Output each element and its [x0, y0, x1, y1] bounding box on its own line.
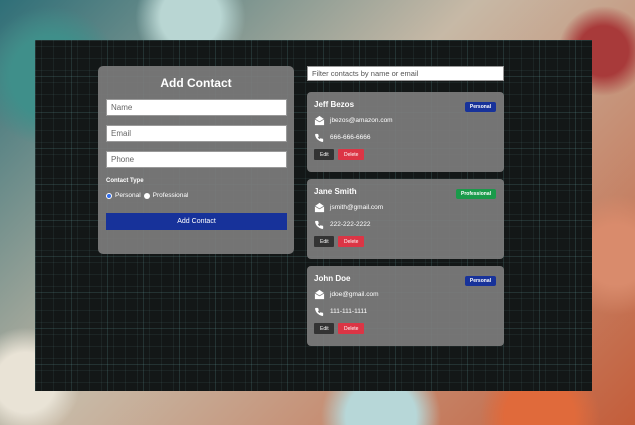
- contact-phone: 111-111-1111: [330, 308, 368, 315]
- contact-type-badge: Professional: [455, 189, 496, 199]
- email-input[interactable]: [106, 125, 287, 142]
- contact-phone-row: 222-222-2222: [314, 219, 497, 230]
- contact-type-radios: Personal Professional: [106, 192, 286, 199]
- phone-input[interactable]: [106, 151, 287, 168]
- contact-phone: 666-666-6666: [330, 134, 371, 141]
- contact-email: jdoe@gmail.com: [330, 291, 379, 298]
- contact-phone-row: 111-111-1111: [314, 306, 497, 317]
- contact-phone: 222-222-2222: [330, 221, 371, 228]
- contact-email: jsmith@gmail.com: [330, 204, 384, 211]
- app-background: Add Contact Contact Type Personal Profes…: [35, 40, 592, 391]
- contact-type-badge: Personal: [464, 276, 496, 286]
- filter-input[interactable]: [307, 66, 504, 81]
- personal-radio-label: Personal: [115, 192, 141, 199]
- contact-phone-row: 666-666-6666: [314, 132, 497, 143]
- delete-button[interactable]: Delete: [338, 149, 364, 160]
- phone-icon: [315, 307, 324, 316]
- phone-icon: [315, 220, 324, 229]
- envelope-icon: [314, 202, 325, 213]
- edit-button[interactable]: Edit: [314, 236, 334, 247]
- add-contact-form: Add Contact Contact Type Personal Profes…: [98, 66, 294, 254]
- contact-actions: Edit Delete: [314, 236, 497, 247]
- contact-card: Jane Smith Professional jsmith@gmail.com…: [307, 179, 504, 259]
- contact-card: John Doe Personal jdoe@gmail.com 111-111…: [307, 266, 504, 346]
- phone-icon: [315, 133, 324, 142]
- contact-email-row: jbezos@amazon.com: [314, 115, 497, 126]
- contact-email-row: jsmith@gmail.com: [314, 202, 497, 213]
- envelope-icon: [314, 289, 325, 300]
- contact-email-row: jdoe@gmail.com: [314, 289, 497, 300]
- envelope-icon: [314, 115, 325, 126]
- contact-type-badge: Personal: [464, 102, 496, 112]
- delete-button[interactable]: Delete: [338, 236, 364, 247]
- professional-radio[interactable]: [143, 192, 150, 199]
- contact-type-label: Contact Type: [106, 178, 144, 184]
- personal-radio[interactable]: [106, 192, 112, 199]
- add-contact-button[interactable]: Add Contact: [106, 213, 287, 230]
- contact-card: Jeff Bezos Personal jbezos@amazon.com 66…: [307, 92, 504, 172]
- name-input[interactable]: [106, 99, 287, 116]
- contact-actions: Edit Delete: [314, 323, 497, 334]
- contact-email: jbezos@amazon.com: [330, 117, 393, 124]
- edit-button[interactable]: Edit: [314, 323, 334, 334]
- contact-actions: Edit Delete: [314, 149, 497, 160]
- form-title: Add Contact: [160, 76, 232, 90]
- professional-radio-label: Professional: [152, 192, 189, 199]
- edit-button[interactable]: Edit: [314, 149, 334, 160]
- delete-button[interactable]: Delete: [338, 323, 364, 334]
